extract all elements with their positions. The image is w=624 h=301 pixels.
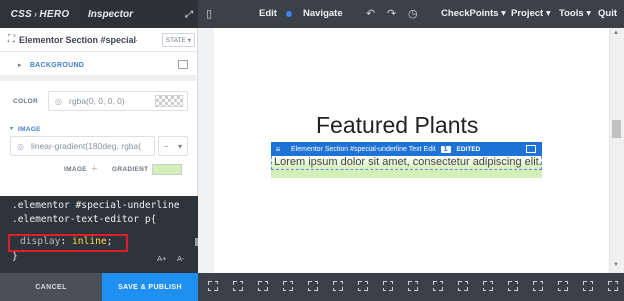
focus-icon[interactable] <box>508 281 518 291</box>
element-tag-bar[interactable]: ≡ Elementor Section #special-underline T… <box>271 142 542 156</box>
code-line-4: } <box>12 251 18 262</box>
focus-icon[interactable] <box>526 145 536 153</box>
underline-gradient <box>271 170 542 178</box>
logo-text-css: CSS <box>10 8 33 20</box>
image-value: linear-gradient(180deg, rgba( <box>30 141 142 151</box>
history-icon[interactable]: ◷ <box>408 7 418 20</box>
font-decrease-button[interactable]: A- <box>177 254 185 263</box>
image-input[interactable]: ◎ linear-gradient(180deg, rgba( <box>10 136 155 156</box>
element-tag-label: Elementor Section #special-underline Tex… <box>291 145 436 153</box>
focus-icon[interactable] <box>333 281 343 291</box>
chevron-down-icon: ▾ <box>187 37 191 44</box>
gradient-swatch[interactable] <box>152 164 182 175</box>
pin-icon: ◎ <box>55 96 62 106</box>
add-icon[interactable]: + <box>91 163 97 175</box>
edit-mode-button[interactable]: Edit <box>259 8 277 19</box>
image-section-toggle[interactable]: ▾ IMAGE <box>0 123 196 137</box>
logo-separator: › <box>34 9 38 19</box>
focus-icon[interactable] <box>233 281 243 291</box>
image-label: IMAGE <box>18 126 41 133</box>
app-logo: CSS › HERO <box>0 0 80 28</box>
focus-icon[interactable] <box>308 281 318 291</box>
font-increase-button[interactable]: A+ <box>157 254 166 263</box>
selector-title[interactable]: Elementor Section #special-underline <box>19 35 137 45</box>
focus-icon[interactable] <box>608 281 618 291</box>
focus-icon[interactable] <box>383 281 393 291</box>
edit-count-badge: 1 <box>440 145 451 153</box>
code-line-1: .elementor #special-underline <box>12 200 180 211</box>
focus-icon[interactable] <box>458 281 468 291</box>
background-section-toggle[interactable]: ▸ BACKGROUND <box>0 55 196 75</box>
undo-icon[interactable]: ↶ <box>366 7 375 20</box>
preview-scrollbar[interactable] <box>609 28 624 273</box>
top-toolbar: CSS › HERO Inspector ⤢ ▯ Edit Navigate ↶… <box>0 0 624 28</box>
inspector-tab[interactable]: Inspector ⤢ <box>80 0 198 28</box>
section-divider <box>0 75 196 81</box>
chevron-right-icon: ▸ <box>18 62 22 69</box>
mode-toggle-dot[interactable] <box>286 11 292 17</box>
menu-icon[interactable]: ≡ <box>271 145 285 154</box>
selector-icon: ⛶ <box>8 34 15 45</box>
scroll-down-icon[interactable]: ▼ <box>613 262 619 268</box>
gradient-sub-label: GRADIENT <box>112 166 149 173</box>
code-line-2: .elementor-text-editor p{ <box>12 214 157 225</box>
menu-checkpoints[interactable]: CheckPoints ▾ <box>441 8 506 19</box>
focus-icon[interactable] <box>258 281 268 291</box>
chevron-down-icon: ▾ <box>178 141 183 151</box>
save-publish-button[interactable]: SAVE & PUBLISH <box>102 273 198 301</box>
focus-icon[interactable] <box>283 281 293 291</box>
focus-icon[interactable] <box>583 281 593 291</box>
scroll-up-icon[interactable]: ▲ <box>613 30 619 36</box>
focus-icon[interactable] <box>208 281 218 291</box>
bottom-toolbar <box>198 273 624 301</box>
layout-icon[interactable] <box>178 60 188 69</box>
navigate-mode-button[interactable]: Navigate <box>303 8 343 19</box>
state-dropdown[interactable]: STATE ▾ <box>161 33 195 47</box>
mobile-icon[interactable]: ▯ <box>206 7 212 20</box>
expand-icon[interactable]: ⤢ <box>185 9 192 20</box>
menu-tools[interactable]: Tools ▾ <box>559 8 591 19</box>
chevron-down-icon: ▾ <box>10 126 14 132</box>
color-swatch[interactable] <box>155 95 183 107</box>
menu-project[interactable]: Project ▾ <box>511 8 551 19</box>
image-sub-label: IMAGE <box>64 166 87 173</box>
focus-icon[interactable] <box>483 281 493 291</box>
focus-icon[interactable] <box>358 281 368 291</box>
quit-button[interactable]: Quit <box>598 8 617 19</box>
color-row: COLOR ◎ rgba(0, 0, 0, 0) <box>0 86 196 116</box>
inspector-label: Inspector <box>88 8 134 20</box>
selector-header: ⛶ Elementor Section #special-underline S… <box>0 28 197 52</box>
focus-icon[interactable] <box>533 281 543 291</box>
featured-heading[interactable]: Featured Plants <box>316 112 478 139</box>
cancel-button[interactable]: CANCEL <box>0 273 102 301</box>
focus-icon[interactable] <box>408 281 418 291</box>
color-input[interactable]: ◎ rgba(0, 0, 0, 0) <box>48 91 188 111</box>
lorem-paragraph[interactable]: Lorem ipsum dolor sit amet, consectetur … <box>271 156 542 170</box>
focus-icon[interactable] <box>433 281 443 291</box>
color-label: COLOR <box>13 98 38 105</box>
pin-icon: ◎ <box>17 141 24 151</box>
minus-icon[interactable]: − <box>164 142 169 151</box>
edited-badge: EDITED <box>456 145 481 153</box>
scroll-thumb[interactable] <box>612 120 621 138</box>
color-value: rgba(0, 0, 0, 0) <box>68 96 125 106</box>
focus-icon[interactable] <box>558 281 568 291</box>
image-options-dropdown[interactable]: − ▾ <box>158 136 188 156</box>
background-label: BACKGROUND <box>29 61 85 69</box>
redo-icon[interactable]: ↷ <box>387 7 396 20</box>
image-type-row: IMAGE + GRADIENT <box>0 163 196 178</box>
highlight-annotation <box>8 234 128 252</box>
logo-text-hero: HERO <box>39 8 70 20</box>
